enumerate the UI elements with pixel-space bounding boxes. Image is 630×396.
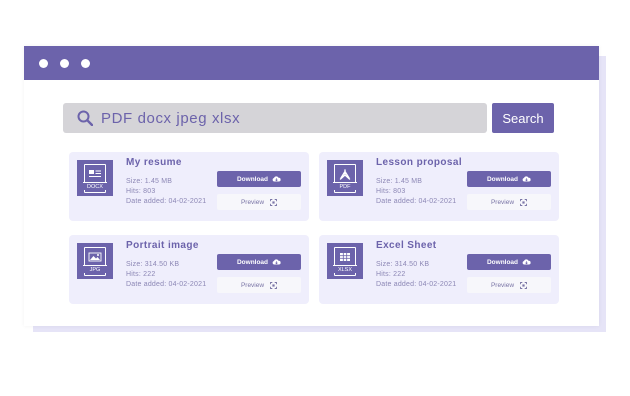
- cloud-download-icon: [522, 259, 531, 265]
- expand-icon: [520, 198, 528, 206]
- search-input[interactable]: PDF docx jpeg xlsx: [63, 103, 487, 133]
- search-query[interactable]: PDF docx jpeg xlsx: [101, 110, 240, 127]
- file-title: My resume: [126, 157, 182, 168]
- preview-label: Preview: [490, 281, 515, 289]
- file-hits: Hits: 803: [376, 188, 406, 195]
- download-label: Download: [486, 258, 519, 266]
- file-card: XLSX Excel Sheet Size: 314.50 KB Hits: 2…: [319, 235, 559, 304]
- pdf-file-icon: PDF: [327, 160, 363, 196]
- preview-button[interactable]: Preview: [217, 194, 301, 210]
- file-size: Size: 1.45 MB: [376, 178, 423, 185]
- file-size: Size: 314.50 KB: [376, 261, 430, 268]
- expand-icon: [270, 281, 278, 289]
- window-dot-1[interactable]: [39, 59, 48, 68]
- download-button[interactable]: Download: [467, 254, 551, 270]
- expand-icon: [520, 281, 528, 289]
- xlsx-file-icon: XLSX: [327, 243, 363, 279]
- browser-window: PDF docx jpeg xlsx Search DOCX My resume…: [24, 46, 599, 326]
- preview-button[interactable]: Preview: [467, 194, 551, 210]
- file-date: Date added: 04-02-2021: [126, 198, 207, 205]
- preview-label: Preview: [240, 198, 265, 206]
- download-button[interactable]: Download: [217, 171, 301, 187]
- expand-icon: [270, 198, 278, 206]
- file-hits: Hits: 222: [376, 271, 406, 278]
- file-extension: PDF: [333, 181, 357, 190]
- file-card: PDF Lesson proposal Size: 1.45 MB Hits: …: [319, 152, 559, 221]
- cloud-download-icon: [272, 176, 281, 182]
- preview-button[interactable]: Preview: [217, 277, 301, 293]
- file-hits: Hits: 803: [126, 188, 156, 195]
- file-title: Portrait image: [126, 240, 199, 251]
- file-hits: Hits: 222: [126, 271, 156, 278]
- file-card: DOCX My resume Size: 1.45 MB Hits: 803 D…: [69, 152, 309, 221]
- file-extension: XLSX: [333, 264, 357, 273]
- preview-button[interactable]: Preview: [467, 277, 551, 293]
- download-label: Download: [486, 175, 519, 183]
- window-dot-3[interactable]: [81, 59, 90, 68]
- download-label: Download: [236, 258, 269, 266]
- file-card: JPG Portrait image Size: 314.50 KB Hits:…: [69, 235, 309, 304]
- cloud-download-icon: [522, 176, 531, 182]
- title-bar: [24, 46, 599, 80]
- file-date: Date added: 04-02-2021: [376, 281, 457, 288]
- search-icon: [77, 110, 93, 126]
- file-size: Size: 314.50 KB: [126, 261, 180, 268]
- file-date: Date added: 04-02-2021: [126, 281, 207, 288]
- file-extension: JPG: [83, 264, 107, 273]
- download-button[interactable]: Download: [467, 171, 551, 187]
- search-button[interactable]: Search: [492, 103, 554, 133]
- file-date: Date added: 04-02-2021: [376, 198, 457, 205]
- download-label: Download: [236, 175, 269, 183]
- file-title: Lesson proposal: [376, 157, 463, 168]
- file-size: Size: 1.45 MB: [126, 178, 173, 185]
- jpg-file-icon: JPG: [77, 243, 113, 279]
- preview-label: Preview: [490, 198, 515, 206]
- download-button[interactable]: Download: [217, 254, 301, 270]
- window-dot-2[interactable]: [60, 59, 69, 68]
- file-extension: DOCX: [83, 181, 107, 190]
- cloud-download-icon: [272, 259, 281, 265]
- file-title: Excel Sheet: [376, 240, 437, 251]
- preview-label: Preview: [240, 281, 265, 289]
- docx-file-icon: DOCX: [77, 160, 113, 196]
